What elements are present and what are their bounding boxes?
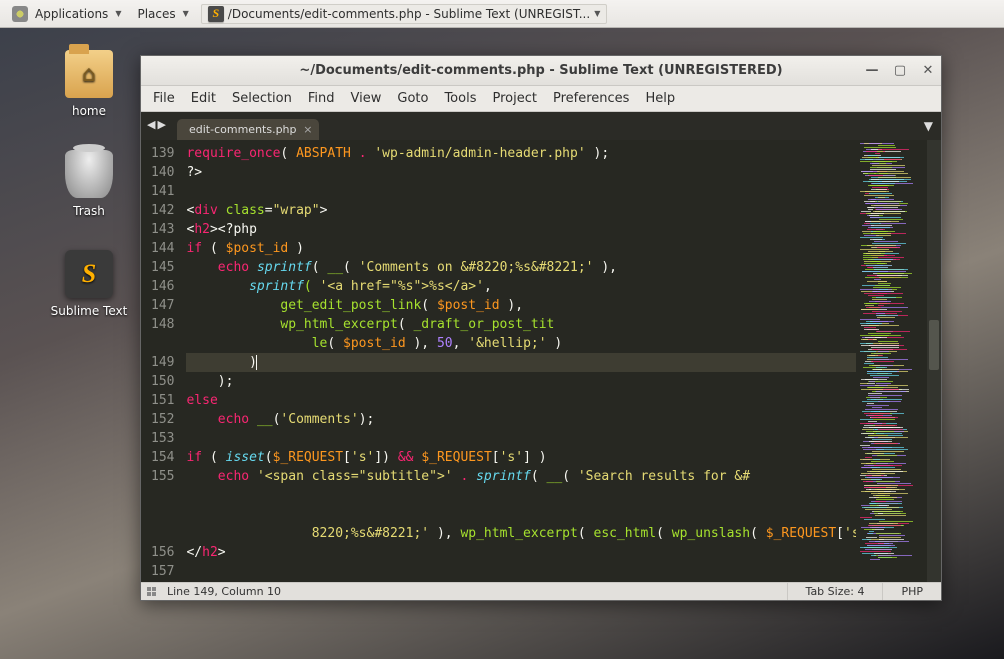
tab-size-selector[interactable]: Tab Size: 4 bbox=[787, 583, 883, 600]
close-button[interactable]: ✕ bbox=[921, 64, 935, 78]
nav-back-button[interactable]: ◀ bbox=[147, 118, 155, 131]
code-line bbox=[186, 562, 856, 581]
gutter: 139140141142143144145146147148 149150151… bbox=[141, 140, 186, 582]
statusbar: Line 149, Column 10 Tab Size: 4 PHP bbox=[141, 582, 941, 600]
home-folder-icon bbox=[65, 50, 113, 98]
menubar: File Edit Selection Find View Goto Tools Projec… bbox=[141, 86, 941, 112]
cursor-position: Line 149, Column 10 bbox=[167, 585, 281, 598]
sidebar-toggle-icon[interactable] bbox=[147, 587, 159, 597]
chevron-down-icon: ▼ bbox=[183, 9, 189, 18]
minimize-button[interactable]: — bbox=[865, 64, 879, 78]
menu-help[interactable]: Help bbox=[645, 91, 675, 106]
tab-close-icon[interactable]: × bbox=[303, 123, 312, 136]
menu-view[interactable]: View bbox=[351, 91, 382, 106]
window-title: ~/Documents/edit-comments.php - Sublime … bbox=[299, 63, 782, 78]
tab-edit-comments[interactable]: edit-comments.php × bbox=[177, 119, 319, 140]
desktop-icon-label: Sublime Text bbox=[44, 304, 134, 318]
sublime-icon bbox=[65, 250, 113, 298]
menu-edit[interactable]: Edit bbox=[191, 91, 216, 106]
desktop-panel: Applications ▼ Places ▼ /Documents/edit-… bbox=[0, 0, 1004, 28]
menu-preferences[interactable]: Preferences bbox=[553, 91, 629, 106]
vertical-scrollbar[interactable] bbox=[927, 140, 941, 582]
taskbar-title: /Documents/edit-comments.php - Sublime T… bbox=[228, 7, 590, 21]
taskbar-button-sublime[interactable]: /Documents/edit-comments.php - Sublime T… bbox=[201, 4, 608, 24]
menu-file[interactable]: File bbox=[153, 91, 175, 106]
code-line bbox=[186, 429, 856, 448]
code-line: wp_html_excerpt( _draft_or_post_tit le( … bbox=[186, 315, 856, 353]
scroll-thumb[interactable] bbox=[929, 320, 939, 370]
menu-goto[interactable]: Goto bbox=[397, 91, 428, 106]
code-line: echo __('Comments'); bbox=[186, 410, 856, 429]
desktop-icon-label: home bbox=[44, 104, 134, 118]
desktop-icon-trash[interactable]: Trash bbox=[44, 150, 134, 218]
applications-label: Applications bbox=[31, 7, 112, 21]
code-line: ) bbox=[186, 353, 856, 372]
trash-icon bbox=[65, 150, 113, 198]
places-menu[interactable]: Places ▼ bbox=[127, 7, 194, 21]
menu-find[interactable]: Find bbox=[308, 91, 335, 106]
syntax-selector[interactable]: PHP bbox=[882, 583, 941, 600]
chevron-down-icon: ▼ bbox=[594, 9, 600, 18]
code-line: echo sprintf( __( 'Comments on &#8220;%s… bbox=[186, 258, 856, 277]
code-line: else bbox=[186, 391, 856, 410]
code-line: get_edit_post_link( $post_id ), bbox=[186, 296, 856, 315]
tab-bar: ◀ ▶ edit-comments.php × ▼ bbox=[141, 112, 941, 140]
sublime-window: ~/Documents/edit-comments.php - Sublime … bbox=[140, 55, 942, 601]
maximize-button[interactable]: ▢ bbox=[893, 64, 907, 78]
menu-selection[interactable]: Selection bbox=[232, 91, 292, 106]
code-line: <h2><?php bbox=[186, 220, 856, 239]
code-area[interactable]: require_once( ABSPATH . 'wp-admin/admin-… bbox=[186, 140, 856, 582]
tab-label: edit-comments.php bbox=[189, 123, 297, 136]
editor[interactable]: 139140141142143144145146147148 149150151… bbox=[141, 140, 941, 582]
code-line: <div class="wrap"> bbox=[186, 201, 856, 220]
gear-icon bbox=[12, 6, 28, 22]
code-line bbox=[186, 182, 856, 201]
menu-tools[interactable]: Tools bbox=[444, 91, 476, 106]
places-label: Places bbox=[133, 7, 179, 21]
chevron-down-icon: ▼ bbox=[115, 9, 121, 18]
desktop-icon-label: Trash bbox=[44, 204, 134, 218]
code-line: ); bbox=[186, 372, 856, 391]
code-line: require_once( ABSPATH . 'wp-admin/admin-… bbox=[186, 144, 856, 163]
code-line: ?> bbox=[186, 163, 856, 182]
titlebar[interactable]: ~/Documents/edit-comments.php - Sublime … bbox=[141, 56, 941, 86]
sublime-icon bbox=[208, 6, 224, 22]
desktop-icon-sublime[interactable]: Sublime Text bbox=[44, 250, 134, 318]
code-line: echo '<span class="subtitle">' . sprintf… bbox=[186, 467, 856, 543]
code-line: </h2> bbox=[186, 543, 856, 562]
desktop-icon-home[interactable]: home bbox=[44, 50, 134, 118]
applications-menu[interactable]: Applications ▼ bbox=[6, 6, 127, 22]
tab-overflow-button[interactable]: ▼ bbox=[924, 119, 933, 133]
code-line: sprintf( '<a href="%s">%s</a>', bbox=[186, 277, 856, 296]
menu-project[interactable]: Project bbox=[492, 91, 536, 106]
nav-forward-button[interactable]: ▶ bbox=[157, 118, 165, 131]
code-line: if ( $post_id ) bbox=[186, 239, 856, 258]
code-line: if ( isset($_REQUEST['s']) && $_REQUEST[… bbox=[186, 448, 856, 467]
